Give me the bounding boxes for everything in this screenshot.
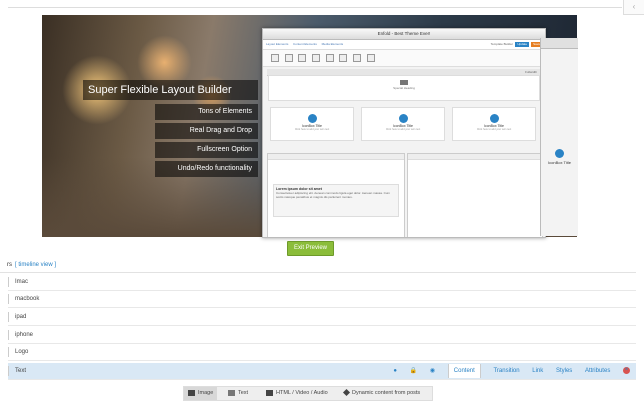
- slide-feature: Real Drag and Drop: [155, 123, 258, 139]
- delete-layer-icon[interactable]: ×: [623, 366, 630, 374]
- layer-label: Logo: [15, 349, 29, 355]
- pin-icon: [342, 389, 351, 397]
- tab-link[interactable]: Link: [532, 368, 543, 374]
- iconbox-icon: [398, 114, 408, 123]
- element-icon: [298, 54, 307, 62]
- layer-row-ipad[interactable]: ipad: [8, 309, 636, 326]
- slide-feature: Fullscreen Option: [155, 142, 258, 158]
- iconbox-sub: Click here to add your own text: [294, 128, 330, 131]
- add-video-button[interactable]: HTML / Video / Audio: [266, 387, 328, 400]
- iconbox-title: IconBox Title: [548, 160, 571, 165]
- builder-section: Lorem ipsum dolor sit amet Consectetuer …: [267, 153, 405, 237]
- tab-content[interactable]: Content: [447, 364, 481, 378]
- add-layer-bar: Image Text HTML / Video / Audio Dynamic …: [183, 386, 433, 401]
- builder-iconbox: IconBox Title Click here to add your own…: [270, 107, 354, 141]
- builder-menu-item: Media Elements: [321, 42, 344, 46]
- layer-row-text[interactable]: Text ● 🔒 ◉ Content Transition Link Style…: [8, 363, 636, 380]
- layers-header-label: rs: [7, 262, 12, 268]
- add-text-button[interactable]: Text: [228, 387, 248, 400]
- special-heading-label: Special Heading: [393, 86, 415, 90]
- eye-icon[interactable]: ◉: [430, 368, 435, 374]
- builder-menu: Layout Elements Content Elements Media E…: [263, 40, 545, 50]
- element-icon: [339, 54, 348, 62]
- element-icon: [271, 54, 279, 62]
- element-icon: [366, 54, 375, 62]
- element-icon: [284, 54, 293, 62]
- iconbox-icon: [555, 149, 564, 158]
- image-icon: [188, 389, 195, 396]
- top-divider: [8, 7, 622, 8]
- iconbox-sub: Click here to add your own text: [476, 128, 512, 131]
- tab-styles[interactable]: Styles: [556, 368, 572, 374]
- iconbox-sub: Click here to add your own text: [385, 128, 421, 131]
- tab-attributes[interactable]: Attributes: [585, 368, 610, 374]
- slide-headline: Super Flexible Layout Builder: [83, 80, 258, 100]
- text-icon: [228, 389, 235, 396]
- layer-row-iphone[interactable]: iphone: [8, 327, 636, 344]
- builder-menu-item: Layout Elements: [266, 42, 289, 46]
- layer-row-macbook[interactable]: macbook: [8, 291, 636, 308]
- builder-menu-item: Content Elements: [293, 42, 317, 46]
- element-icon: [353, 54, 362, 62]
- element-icon: [325, 54, 334, 62]
- slide-feature: Undo/Redo functionality: [155, 161, 258, 177]
- builder-textblock: Lorem ipsum dolor sit amet Consectetuer …: [273, 184, 399, 217]
- element-icon: [312, 54, 321, 62]
- builder-section: [407, 153, 543, 237]
- builder-toolbar: [263, 50, 545, 67]
- tab-transition[interactable]: Transition: [493, 368, 519, 374]
- layers-divider: [0, 272, 636, 273]
- layer-row-logo[interactable]: Logo: [8, 344, 636, 361]
- pin-icon[interactable]: ●: [393, 368, 397, 374]
- layer-label: ipad: [15, 314, 27, 320]
- layer-label: iphone: [15, 332, 34, 338]
- builder-screenshot-partial: IconBox Title: [540, 38, 578, 236]
- iconbox-icon: [307, 114, 317, 123]
- layer-label: macbook: [15, 296, 40, 302]
- layer-label: Text: [15, 368, 27, 374]
- video-icon: [266, 389, 273, 396]
- lock-icon[interactable]: 🔒: [410, 368, 417, 374]
- builder-menu-right: Template Builder: [490, 42, 513, 46]
- exit-preview-button[interactable]: Exit Preview: [287, 241, 334, 256]
- builder-iconbox: IconBox Title Click here to add your own…: [361, 107, 445, 141]
- textblock-body: Consectetuer adipiscing elit. Aenean com…: [276, 191, 390, 199]
- iconbox-icon: [489, 114, 499, 123]
- add-image-button[interactable]: Image: [184, 387, 218, 400]
- builder-screenshot: Enfold - Best Theme Ever! Layout Element…: [262, 28, 546, 238]
- builder-iconbox: IconBox Title Click here to add your own…: [452, 107, 536, 141]
- builder-window-title: Enfold - Best Theme Ever!: [263, 29, 545, 40]
- slide-feature: Tons of Elements: [155, 104, 258, 120]
- builder-special-heading: Special Heading: [268, 75, 540, 101]
- timeline-view-link[interactable]: [ timeline view ]: [15, 262, 56, 268]
- layer-row-imac[interactable]: Imac: [8, 274, 636, 291]
- corner-toggle-icon[interactable]: ‹: [623, 0, 644, 15]
- layer-label: Imac: [15, 279, 29, 285]
- layers-header: rs[ timeline view ]: [7, 262, 56, 268]
- add-dynamic-button[interactable]: Dynamic content from posts: [342, 387, 420, 400]
- builder-update: Update: [515, 42, 529, 47]
